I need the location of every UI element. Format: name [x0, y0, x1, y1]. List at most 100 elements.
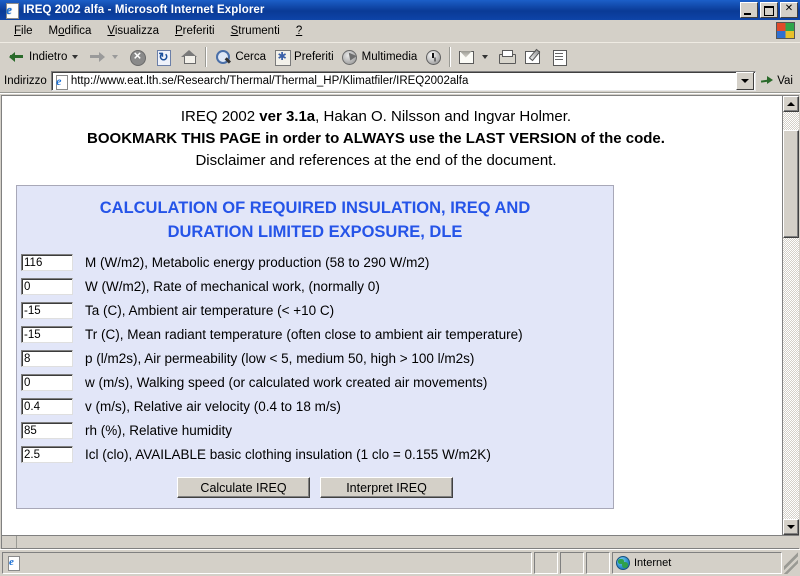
air-permeability-label: p (l/m2s), Air permeability (low < 5, me… [85, 350, 475, 366]
field-row-m: 116 M (W/m2), Metabolic energy productio… [17, 250, 613, 274]
mean-radiant-temperature-input[interactable]: -15 [21, 325, 73, 343]
menu-bar: File Modifica Visualizza Preferiti Strum… [0, 20, 800, 42]
stop-button[interactable] [124, 45, 150, 68]
calculation-panel: CALCULATION OF REQUIRED INSULATION, IREQ… [16, 185, 614, 509]
ambient-air-temperature-input[interactable]: -15 [21, 301, 73, 319]
address-bar: Indirizzo e http://www.eat.lth.se/Resear… [0, 70, 800, 93]
field-row-ta: -15 Ta (C), Ambient air temperature (< +… [17, 298, 613, 322]
mechanical-work-input[interactable]: 0 [21, 277, 73, 295]
status-panel-3 [586, 552, 610, 574]
go-button[interactable]: Vai [756, 73, 798, 89]
edit-pencil-icon [523, 47, 543, 67]
field-row-humidity: 85 rh (%), Relative humidity [17, 418, 613, 442]
mail-chevron-down-icon[interactable] [482, 54, 489, 59]
media-icon [340, 47, 360, 67]
relative-humidity-input[interactable]: 85 [21, 421, 73, 439]
document-header: IREQ 2002 ver 3.1a, Hakan O. Nilsson and… [2, 104, 782, 172]
page-bottom-strip [2, 535, 799, 548]
metabolic-energy-input[interactable]: 116 [21, 253, 73, 271]
security-zone-panel[interactable]: Internet [612, 552, 782, 574]
toolbar-separator-2 [449, 46, 452, 67]
back-arrow-icon [7, 47, 27, 67]
close-icon: ✕ [784, 3, 794, 14]
history-button[interactable] [420, 45, 446, 68]
toolbar-separator [205, 46, 208, 67]
go-button-label: Vai [777, 75, 793, 87]
back-history-chevron-down-icon[interactable] [72, 54, 79, 59]
menu-item-preferiti[interactable]: Preferiti [167, 23, 223, 39]
discuss-button[interactable] [546, 45, 572, 68]
windows-logo-icon [772, 21, 798, 40]
calc-title-line-1: CALCULATION OF REQUIRED INSULATION, IREQ… [99, 199, 531, 217]
print-button[interactable] [494, 45, 520, 68]
relative-air-velocity-label: v (m/s), Relative air velocity (0.4 to 1… [85, 398, 341, 414]
menu-item-modifica[interactable]: Modifica [41, 23, 100, 39]
calculation-panel-title: CALCULATION OF REQUIRED INSULATION, IREQ… [17, 194, 613, 250]
header-text-a: IREQ 2002 [180, 108, 260, 125]
menu-item-file[interactable]: File [6, 23, 41, 39]
metabolic-energy-label: M (W/m2), Metabolic energy production (5… [85, 254, 430, 270]
stop-icon [127, 46, 147, 67]
header-text-e: use the [404, 130, 466, 147]
clothing-insulation-input[interactable]: 2.5 [21, 445, 73, 463]
mail-button[interactable] [454, 45, 494, 68]
menu-item-strumenti[interactable]: Strumenti [223, 23, 288, 39]
header-text-f: of the code. [576, 130, 665, 147]
document-header-line-1: IREQ 2002 ver 3.1a, Hakan O. Nilsson and… [60, 106, 692, 128]
form-button-row: Calculate IREQ Interpret IREQ [17, 477, 613, 498]
page-frame: IREQ 2002 ver 3.1a, Hakan O. Nilsson and… [1, 95, 799, 549]
refresh-button[interactable] [150, 45, 176, 68]
favorites-star-icon [272, 47, 292, 67]
relative-air-velocity-input[interactable]: 0.4 [21, 397, 73, 415]
print-icon [497, 47, 517, 67]
mechanical-work-label: W (W/m2), Rate of mechanical work, (norm… [85, 278, 380, 294]
interpret-ireq-button[interactable]: Interpret IREQ [320, 477, 453, 498]
home-button[interactable] [176, 45, 202, 68]
favorites-button-label: Preferiti [294, 50, 334, 63]
browser-viewport: IREQ 2002 ver 3.1a, Hakan O. Nilsson and… [0, 93, 800, 549]
address-dropdown-chevron-down-icon[interactable] [736, 72, 755, 90]
restore-button[interactable] [760, 2, 778, 18]
clothing-insulation-label: Icl (clo), AVAILABLE basic clothing insu… [85, 446, 491, 462]
favorites-button[interactable]: Preferiti [269, 45, 337, 68]
mean-radiant-temperature-label: Tr (C), Mean radiant temperature (often … [85, 326, 523, 342]
back-button[interactable]: Indietro [4, 45, 84, 68]
walking-speed-input[interactable]: 0 [21, 373, 73, 391]
relative-humidity-label: rh (%), Relative humidity [85, 422, 233, 438]
field-row-air-velocity: 0.4 v (m/s), Relative air velocity (0.4 … [17, 394, 613, 418]
edit-button[interactable] [520, 45, 546, 68]
field-row-clothing-insulation: 2.5 Icl (clo), AVAILABLE basic clothing … [17, 442, 613, 466]
address-input[interactable]: e http://www.eat.lth.se/Research/Thermal… [50, 71, 757, 91]
window-title: IREQ 2002 alfa - Microsoft Internet Expl… [23, 4, 265, 16]
home-icon [179, 47, 199, 67]
forward-history-chevron-down-icon[interactable] [112, 54, 119, 59]
scroll-down-button[interactable] [783, 519, 799, 535]
minimize-button[interactable] [740, 2, 758, 18]
scroll-corner [2, 536, 17, 548]
close-button[interactable]: ✕ [780, 2, 798, 18]
ambient-air-temperature-label: Ta (C), Ambient air temperature (< +10 C… [85, 302, 335, 318]
scrollbar-thumb[interactable] [783, 130, 799, 238]
discuss-icon [549, 47, 569, 67]
forward-button[interactable] [84, 45, 124, 68]
search-button[interactable]: Cerca [210, 45, 269, 68]
security-zone-label: Internet [634, 557, 672, 569]
scrollbar-track[interactable] [783, 112, 799, 519]
status-message-panel: e [2, 552, 532, 574]
navigation-toolbar: Indietro Cerca Preferiti Multimedia [0, 42, 800, 70]
air-permeability-input[interactable]: 8 [21, 349, 73, 367]
page-vertical-scrollbar[interactable] [782, 96, 799, 535]
document-header-line-2: BOOKMARK THIS PAGE in order to ALWAYS us… [60, 128, 692, 150]
scroll-up-button[interactable] [783, 96, 799, 112]
forward-arrow-icon [87, 47, 107, 67]
menu-item-visualizza[interactable]: Visualizza [99, 23, 167, 39]
media-button-label: Multimedia [361, 50, 418, 63]
header-text-d: in order to [260, 130, 343, 147]
resize-grip[interactable] [784, 552, 798, 574]
globe-icon [616, 556, 630, 570]
menu-item-help[interactable]: ? [288, 23, 310, 39]
status-panel-1 [534, 552, 558, 574]
calculate-ireq-button[interactable]: Calculate IREQ [177, 477, 310, 498]
window-controls: ✕ [740, 2, 798, 18]
media-button[interactable]: Multimedia [337, 45, 421, 68]
